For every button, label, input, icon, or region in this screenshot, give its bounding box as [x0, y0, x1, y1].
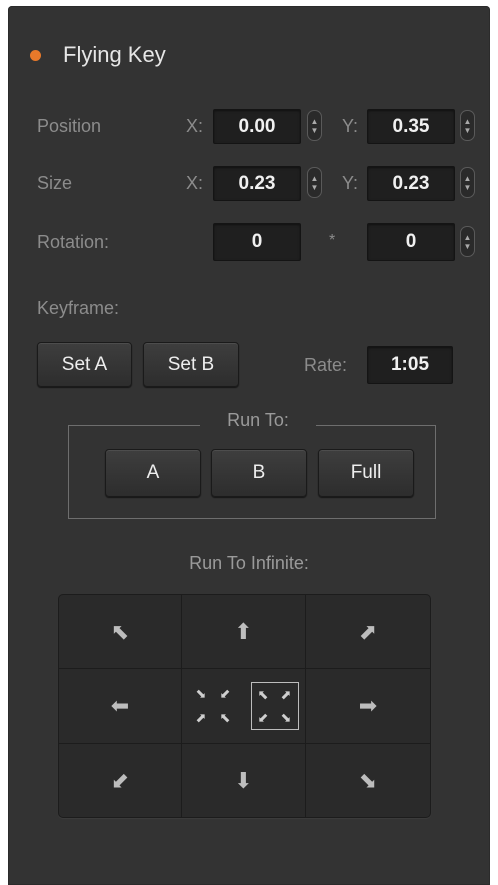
size-y-field[interactable]: 0.23	[367, 166, 455, 201]
zoom-out-arrow: ⬉	[257, 686, 269, 702]
run-to-infinite-grid: ⬉ ⬆ ⬈ ⬅ ⬊ ⬋ ⬈ ⬉ ⬉ ⬈ ⬋ ⬊ ➡ ⬋ ⬇ ⬊	[58, 594, 431, 818]
move-left-button[interactable]: ⬅	[59, 669, 182, 744]
rotation-field-1[interactable]: 0	[213, 223, 301, 261]
zoom-out-arrow: ⬋	[257, 709, 269, 725]
position-y-field[interactable]: 0.35	[367, 109, 455, 144]
size-y-stepper[interactable]: ▲ ▼	[460, 167, 475, 198]
position-x-stepper[interactable]: ▲ ▼	[307, 110, 322, 141]
run-to-b-button[interactable]: B	[211, 449, 307, 497]
move-down-left-button[interactable]: ⬋	[59, 744, 182, 817]
zoom-in-arrow: ⬋	[219, 686, 231, 701]
arrow-down-right-icon: ⬊	[358, 767, 378, 793]
zoom-out-icon: ⬉ ⬈ ⬋ ⬊	[250, 682, 299, 730]
arrow-up-right-icon: ⬈	[358, 618, 378, 644]
run-to-infinite-label: Run To Infinite:	[189, 553, 309, 573]
position-label: Position	[37, 116, 102, 136]
zoom-in-arrow: ⬈	[195, 710, 207, 725]
rate-field[interactable]: 1:05	[367, 346, 453, 384]
move-up-left-button[interactable]: ⬉	[59, 595, 182, 669]
run-to-full-button[interactable]: Full	[318, 449, 414, 497]
position-y-label: Y:	[342, 116, 359, 136]
move-up-right-button[interactable]: ⬈	[306, 595, 430, 669]
position-x-field[interactable]: 0.00	[213, 109, 301, 144]
zoom-in-button[interactable]: ⬊ ⬋ ⬈ ⬉	[182, 669, 244, 744]
run-to-a-button[interactable]: A	[105, 449, 201, 497]
zoom-out-button[interactable]: ⬉ ⬈ ⬋ ⬊	[244, 669, 306, 744]
zoom-in-icon: ⬊ ⬋ ⬈ ⬉	[189, 682, 237, 730]
zoom-out-arrow: ⬈	[280, 686, 292, 702]
move-down-button[interactable]: ⬇	[182, 744, 306, 817]
zoom-out-arrow: ⬊	[280, 709, 292, 725]
position-x-label: X:	[186, 116, 204, 136]
size-x-label: X:	[186, 173, 204, 193]
zoom-in-arrow: ⬊	[195, 686, 207, 701]
status-dot-icon	[30, 49, 41, 61]
size-x-field[interactable]: 0.23	[213, 166, 301, 201]
arrow-right-icon: ➡	[358, 693, 378, 718]
set-a-button[interactable]: Set A	[37, 342, 132, 387]
panel-title: Flying Key	[63, 42, 166, 67]
zoom-in-arrow: ⬉	[219, 710, 231, 725]
rotation-field-2[interactable]: 0	[367, 223, 455, 261]
flying-key-header: Flying Key	[30, 42, 166, 68]
rate-label: Rate:	[304, 355, 348, 375]
arrow-down-icon: ⬇	[234, 767, 253, 793]
arrow-up-left-icon: ⬉	[110, 618, 130, 644]
position-y-stepper[interactable]: ▲ ▼	[460, 110, 475, 141]
set-b-button[interactable]: Set B	[143, 342, 239, 387]
rotation-stepper[interactable]: ▲ ▼	[460, 226, 475, 257]
arrow-down-left-icon: ⬋	[110, 767, 130, 793]
keyframe-label: Keyframe:	[37, 298, 120, 318]
move-up-button[interactable]: ⬆	[182, 595, 306, 669]
arrow-up-icon: ⬆	[234, 618, 253, 644]
move-right-button[interactable]: ➡	[306, 669, 430, 744]
run-to-label: Run To:	[200, 410, 316, 431]
size-y-label: Y:	[342, 173, 359, 193]
size-x-stepper[interactable]: ▲ ▼	[307, 167, 322, 198]
arrow-left-icon: ⬅	[110, 693, 130, 718]
rotation-label: Rotation:	[37, 232, 110, 252]
move-down-right-button[interactable]: ⬊	[306, 744, 430, 817]
size-label: Size	[37, 173, 73, 193]
rotation-separator: *	[329, 232, 336, 249]
